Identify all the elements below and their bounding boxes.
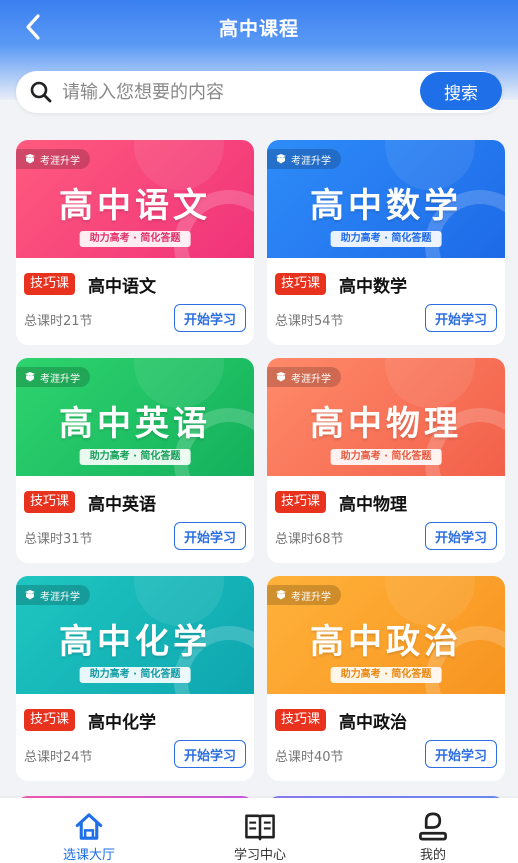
tab-label: 选课大厅 <box>62 848 115 863</box>
lesson-count: 总课时54节 <box>275 314 344 329</box>
course-name: 高中化学 <box>88 713 156 733</box>
course-type-badge: 技巧课 <box>24 709 76 731</box>
course-type-badge: 技巧课 <box>24 273 76 295</box>
banner-title: 高中政治 <box>310 622 462 662</box>
start-learning-button[interactable]: 开始学习 <box>174 740 246 768</box>
banner-title: 高中数学 <box>310 186 462 226</box>
course-card-english[interactable]: 考涯升学 高中英语 助力高考 · 简化答题 技巧课 高中英语 总课时31节 开始… <box>16 358 254 563</box>
banner-slogan: 助力高考 · 简化答题 <box>330 231 442 247</box>
course-type-badge: 技巧课 <box>24 491 76 513</box>
course-card-politics[interactable]: 考涯升学 高中政治 助力高考 · 简化答题 技巧课 高中政治 总课时40节 开始… <box>267 576 505 781</box>
course-name: 高中物理 <box>339 495 407 515</box>
search-input[interactable] <box>62 77 422 107</box>
brand-tag: 考涯升学 <box>267 149 341 169</box>
banner-slogan: 助力高考 · 简化答题 <box>79 667 191 683</box>
lesson-count: 总课时40节 <box>275 750 344 765</box>
course-card-chemistry[interactable]: 考涯升学 高中化学 助力高考 · 简化答题 技巧课 高中化学 总课时24节 开始… <box>16 576 254 781</box>
course-card-physics[interactable]: 考涯升学 高中物理 助力高考 · 简化答题 技巧课 高中物理 总课时68节 开始… <box>267 358 505 563</box>
course-type-badge: 技巧课 <box>275 491 327 513</box>
brand-logo-icon <box>25 590 35 600</box>
search-button[interactable]: 搜索 <box>420 72 502 110</box>
course-name: 高中数学 <box>339 277 407 297</box>
course-banner: 考涯升学 高中数学 助力高考 · 简化答题 <box>267 140 505 258</box>
brand-name: 考涯升学 <box>291 155 331 167</box>
home-icon <box>75 813 103 840</box>
start-learning-button[interactable]: 开始学习 <box>425 522 497 550</box>
course-banner: 考涯升学 高中化学 助力高考 · 简化答题 <box>16 576 254 694</box>
tab-label: 我的 <box>419 848 446 863</box>
start-learning-button[interactable]: 开始学习 <box>174 304 246 332</box>
banner-title: 高中英语 <box>59 404 211 444</box>
bottom-tab-bar: 选课大厅 学习中心 我的 <box>0 798 518 863</box>
brand-name: 考涯升学 <box>40 155 80 167</box>
lesson-count: 总课时31节 <box>24 532 93 547</box>
brand-tag: 考涯升学 <box>267 585 341 605</box>
brand-tag: 考涯升学 <box>16 367 90 387</box>
brand-tag: 考涯升学 <box>16 585 90 605</box>
course-name: 高中语文 <box>88 277 156 297</box>
tab-label: 学习中心 <box>233 848 286 863</box>
brand-logo-icon <box>276 590 286 600</box>
tab-mine[interactable]: 我的 <box>368 798 498 863</box>
lesson-count: 总课时24节 <box>24 750 93 765</box>
brand-name: 考涯升学 <box>40 591 80 603</box>
brand-logo-icon <box>25 154 35 164</box>
search-bar: 搜索 <box>16 71 502 113</box>
book-icon <box>245 814 275 841</box>
banner-slogan: 助力高考 · 简化答题 <box>330 667 442 683</box>
lesson-count: 总课时21节 <box>24 314 93 329</box>
start-learning-button[interactable]: 开始学习 <box>425 304 497 332</box>
course-banner: 考涯升学 高中政治 助力高考 · 简化答题 <box>267 576 505 694</box>
tab-learning-center[interactable]: 学习中心 <box>195 798 325 863</box>
banner-slogan: 助力高考 · 简化答题 <box>330 449 442 465</box>
brand-name: 考涯升学 <box>291 373 331 385</box>
banner-slogan: 助力高考 · 简化答题 <box>79 449 191 465</box>
profile-icon <box>419 812 447 841</box>
course-card-math[interactable]: 考涯升学 高中数学 助力高考 · 简化答题 技巧课 高中数学 总课时54节 开始… <box>267 140 505 345</box>
course-banner: 考涯升学 高中英语 助力高考 · 简化答题 <box>16 358 254 476</box>
banner-title: 高中物理 <box>310 404 462 444</box>
start-learning-button[interactable]: 开始学习 <box>174 522 246 550</box>
tab-course-hall[interactable]: 选课大厅 <box>24 798 154 863</box>
start-learning-button[interactable]: 开始学习 <box>425 740 497 768</box>
banner-title: 高中化学 <box>59 622 211 662</box>
banner-title: 高中语文 <box>59 186 211 226</box>
course-card-chinese[interactable]: 考涯升学 高中语文 助力高考 · 简化答题 技巧课 高中语文 总课时21节 开始… <box>16 140 254 345</box>
course-banner: 考涯升学 高中语文 助力高考 · 简化答题 <box>16 140 254 258</box>
lesson-count: 总课时68节 <box>275 532 344 547</box>
banner-slogan: 助力高考 · 简化答题 <box>79 231 191 247</box>
course-name: 高中英语 <box>88 495 156 515</box>
brand-name: 考涯升学 <box>40 373 80 385</box>
brand-logo-icon <box>25 372 35 382</box>
brand-logo-icon <box>276 372 286 382</box>
course-type-badge: 技巧课 <box>275 273 327 295</box>
course-type-badge: 技巧课 <box>275 709 327 731</box>
brand-tag: 考涯升学 <box>16 149 90 169</box>
search-icon <box>30 81 52 103</box>
brand-tag: 考涯升学 <box>267 367 341 387</box>
page-title: 高中课程 <box>218 18 299 40</box>
brand-logo-icon <box>276 154 286 164</box>
course-banner: 考涯升学 高中物理 助力高考 · 简化答题 <box>267 358 505 476</box>
brand-name: 考涯升学 <box>291 591 331 603</box>
course-name: 高中政治 <box>339 713 407 733</box>
